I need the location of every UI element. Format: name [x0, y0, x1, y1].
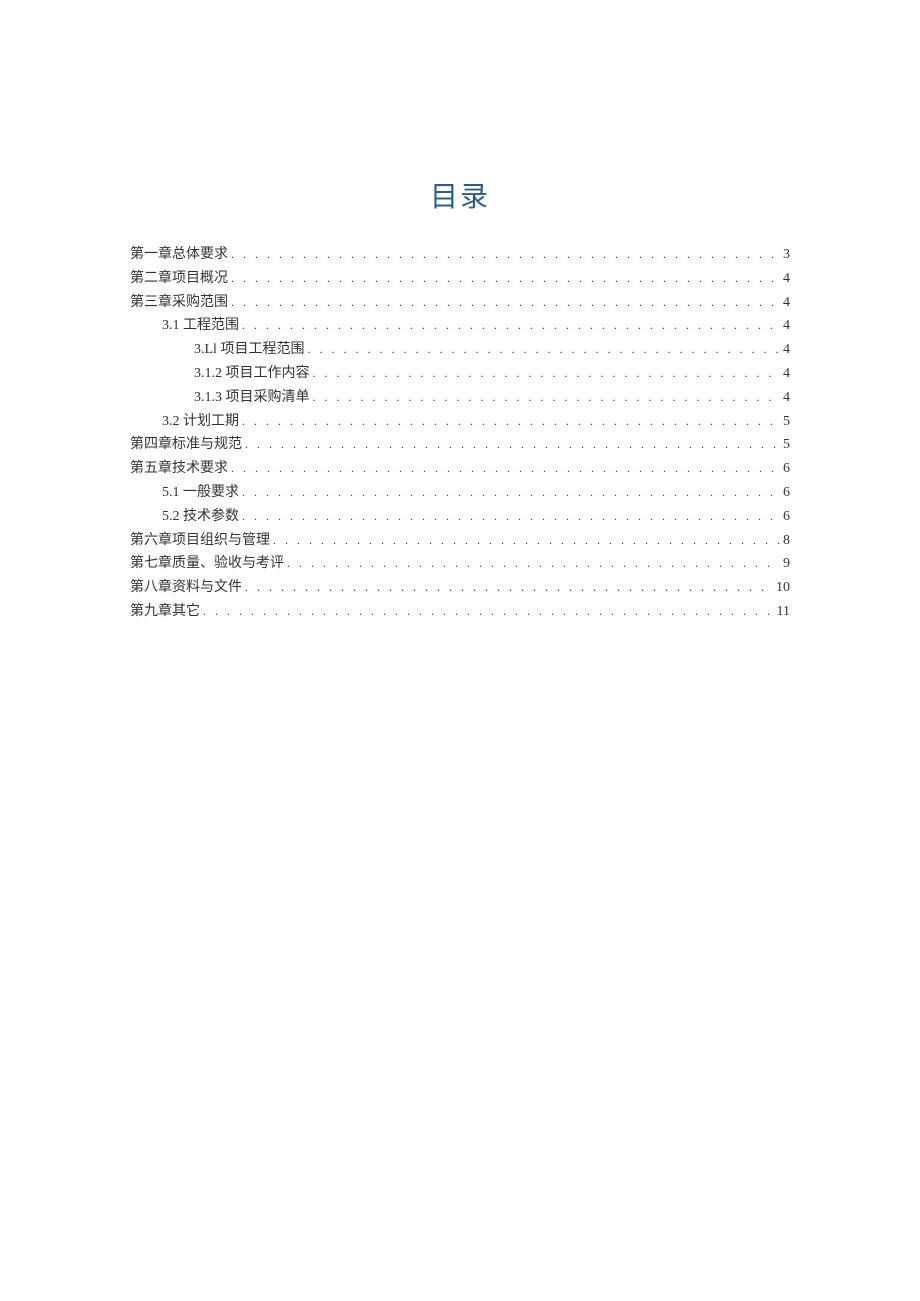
toc-entry: 第二章项目概况 4	[130, 267, 790, 291]
toc-entry-page: 4	[783, 291, 790, 315]
toc-entry: 3.1 工程范围 4	[130, 314, 790, 338]
toc-entry-page: 4	[783, 314, 790, 338]
toc-entry-page: 6	[783, 505, 790, 529]
toc-leader-dots	[242, 315, 780, 329]
toc-entry-label: 第一章总体要求	[130, 243, 228, 267]
toc-title: 目录	[130, 175, 790, 215]
toc-leader-dots	[245, 577, 773, 591]
toc-entry-label: 第九章其它	[130, 600, 200, 624]
toc-entry: 第四章标准与规范 5	[130, 433, 790, 457]
toc-entry: 5.2 技术参数 6	[130, 505, 790, 529]
toc-entry-label: 3.1 工程范围	[162, 314, 239, 338]
toc-entry-label: 第八章资料与文件	[130, 576, 242, 600]
toc-leader-dots	[313, 387, 781, 401]
toc-entry-page: 10	[776, 576, 790, 600]
toc-entry: 5.1 一般要求 6	[130, 481, 790, 505]
toc-entry-page: 5	[783, 433, 790, 457]
toc-entry-label: 第六章项目组织与管理	[130, 529, 270, 553]
toc-list: 第一章总体要求3第二章项目概况4第三章采购范围43.1 工程范围43.Ll 项目…	[130, 243, 790, 624]
toc-entry-page: 9	[783, 552, 790, 576]
toc-leader-dots	[242, 411, 780, 425]
toc-leader-dots	[245, 434, 780, 448]
toc-entry-label: 第三章采购范围	[130, 291, 228, 315]
toc-entry: 3.Ll 项目工程范围 4	[130, 338, 790, 362]
toc-leader-dots	[313, 363, 781, 377]
toc-entry-label: 3.Ll 项目工程范围	[194, 338, 304, 362]
toc-leader-dots	[231, 244, 780, 258]
toc-entry-page: 4	[783, 267, 790, 291]
toc-entry: 第九章其它 11	[130, 600, 790, 624]
toc-entry-page: 6	[783, 457, 790, 481]
toc-entry-page: 4	[783, 386, 790, 410]
toc-entry: 第六章项目组织与管理 8	[130, 529, 790, 553]
toc-entry-label: 5.1 一般要求	[162, 481, 239, 505]
toc-entry: 第八章资料与文件 10	[130, 576, 790, 600]
toc-entry-page: 3	[783, 243, 790, 267]
toc-entry-page: 4	[783, 362, 790, 386]
toc-entry-page: 4	[783, 338, 790, 362]
toc-entry-label: 第四章标准与规范	[130, 433, 242, 457]
toc-entry-label: 第二章项目概况	[130, 267, 228, 291]
toc-entry-page: 6	[783, 481, 790, 505]
toc-entry-label: 3.1.2 项目工作内容	[194, 362, 310, 386]
toc-entry: 3.1.3 项目采购清单 4	[130, 386, 790, 410]
toc-leader-dots	[231, 268, 780, 282]
toc-entry-page: 5	[783, 410, 790, 434]
toc-leader-dots	[307, 339, 780, 353]
toc-leader-dots	[203, 601, 774, 615]
toc-entry: 3.1.2 项目工作内容 4	[130, 362, 790, 386]
toc-entry: 第七章质量、验收与考评 9	[130, 552, 790, 576]
toc-entry-page: 11	[777, 600, 790, 624]
toc-entry-label: 3.2 计划工期	[162, 410, 239, 434]
toc-leader-dots	[273, 530, 780, 544]
toc-leader-dots	[231, 458, 780, 472]
toc-leader-dots	[231, 292, 780, 306]
toc-entry: 3.2 计划工期 5	[130, 410, 790, 434]
toc-entry-label: 第七章质量、验收与考评	[130, 552, 284, 576]
toc-entry-label: 5.2 技术参数	[162, 505, 239, 529]
toc-leader-dots	[242, 506, 780, 520]
toc-leader-dots	[287, 553, 780, 567]
toc-entry-label: 第五章技术要求	[130, 457, 228, 481]
toc-leader-dots	[242, 482, 780, 496]
toc-entry-page: 8	[783, 529, 790, 553]
toc-entry: 第三章采购范围 4	[130, 291, 790, 315]
toc-entry: 第五章技术要求 6	[130, 457, 790, 481]
toc-entry-label: 3.1.3 项目采购清单	[194, 386, 310, 410]
toc-entry: 第一章总体要求 3	[130, 243, 790, 267]
